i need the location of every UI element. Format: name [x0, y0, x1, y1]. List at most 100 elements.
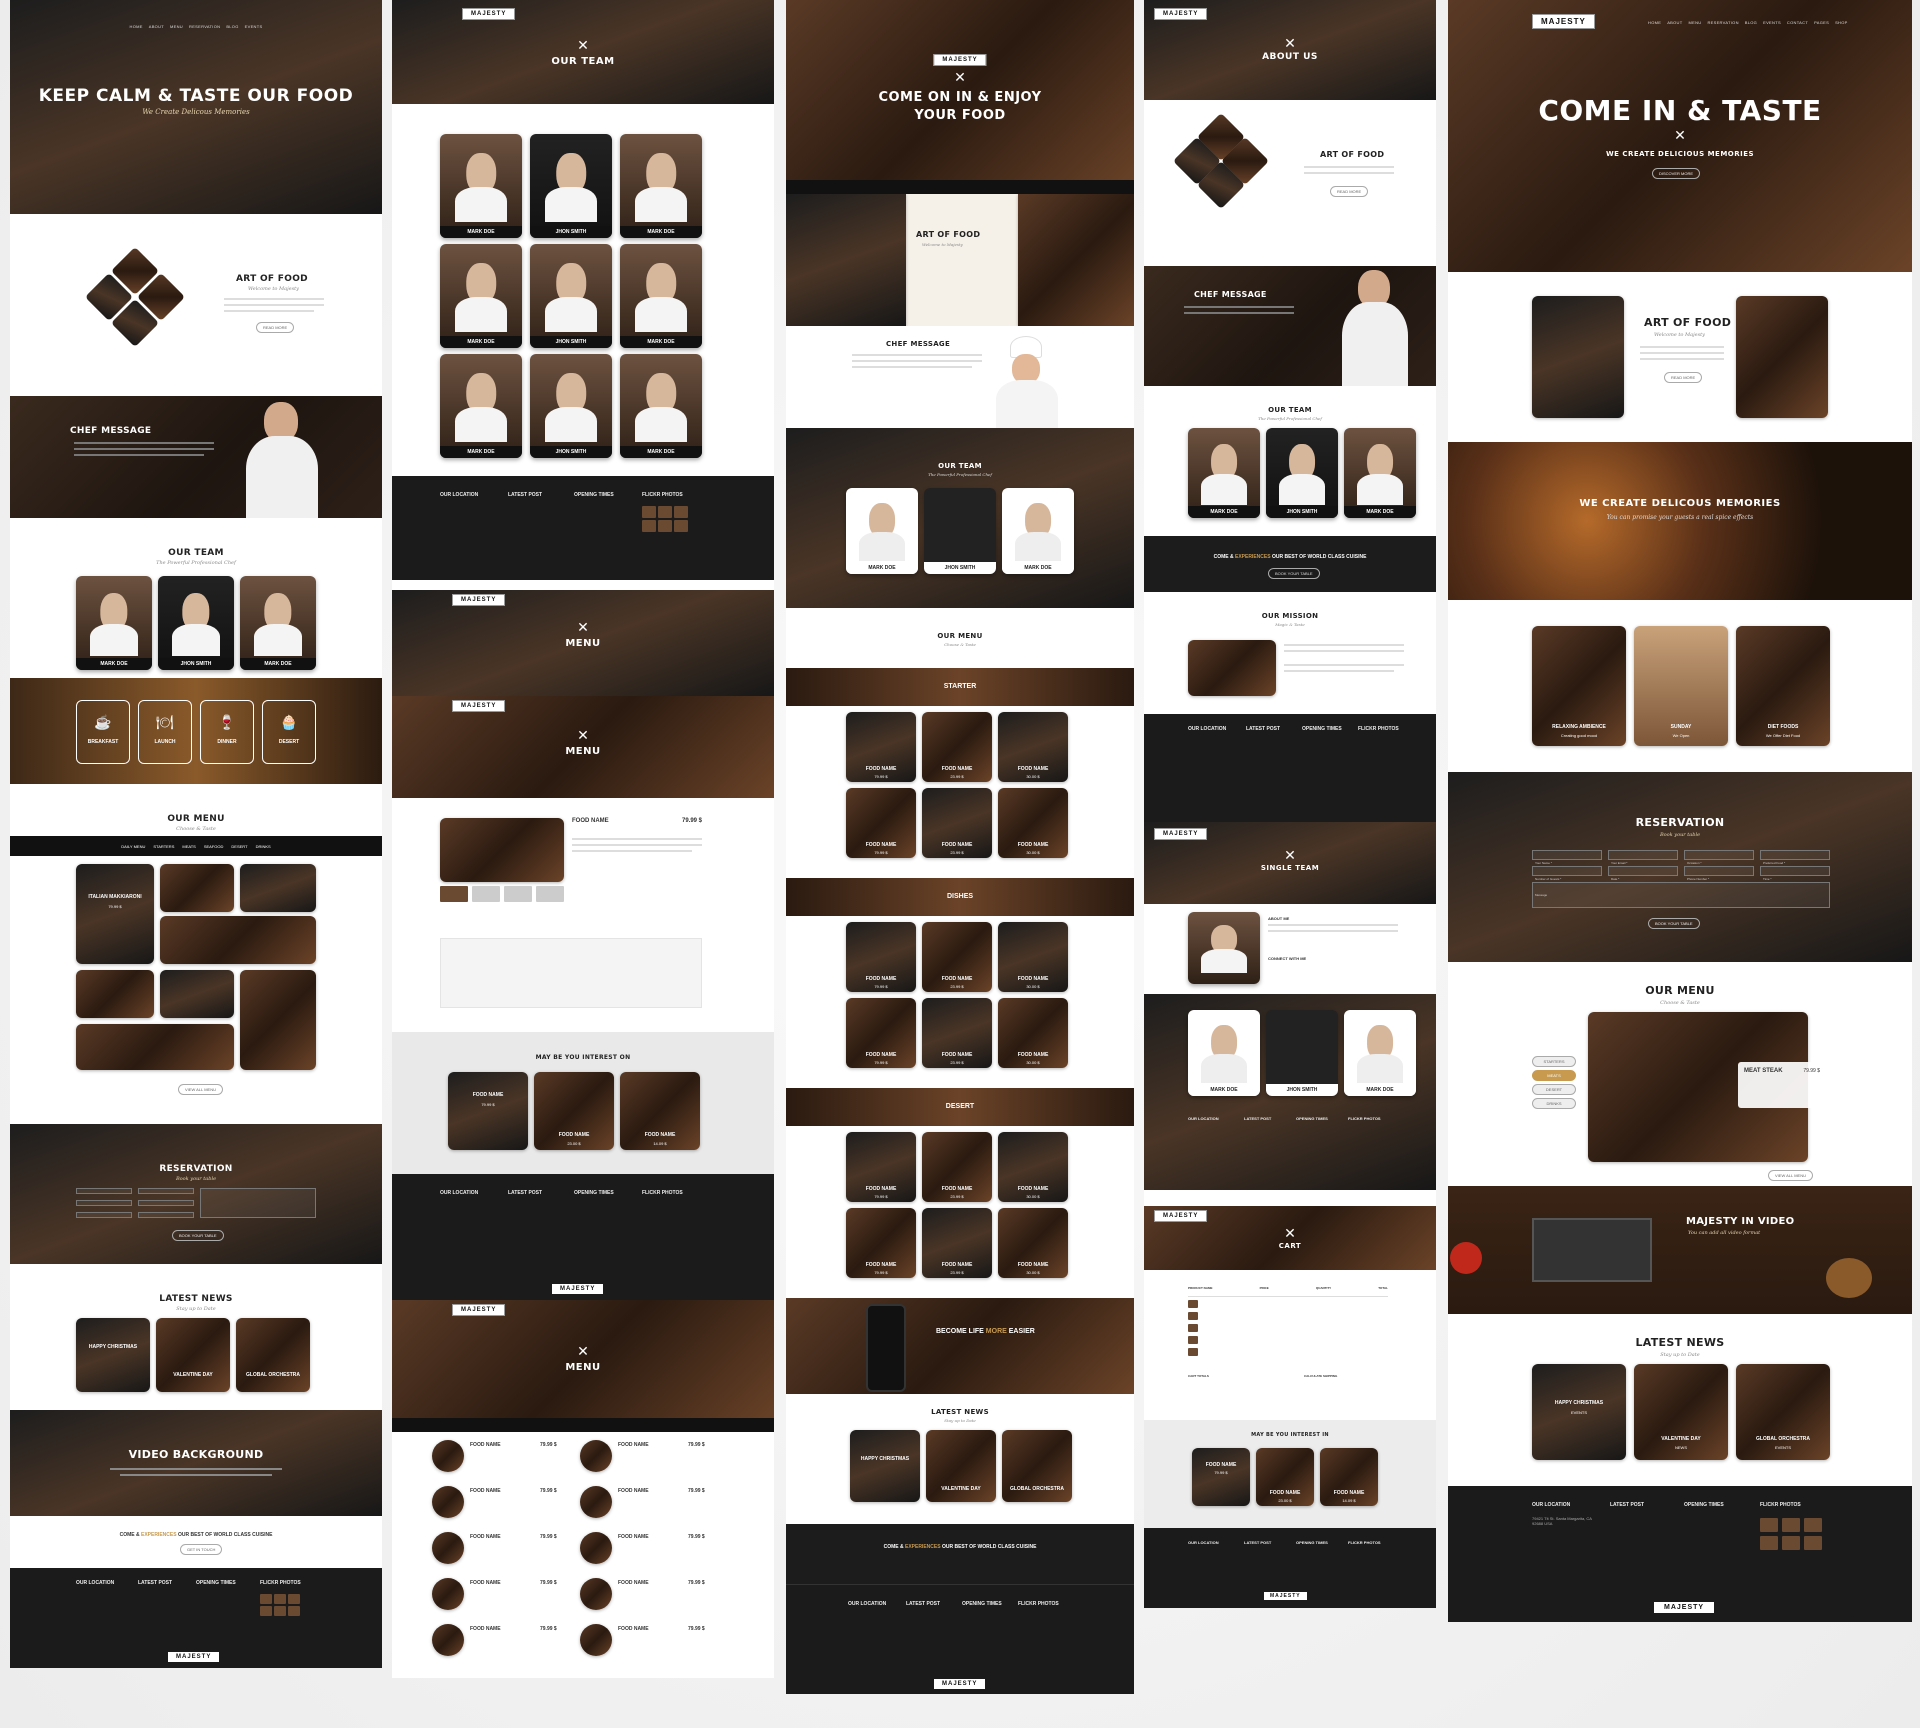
flickr-thumb[interactable] [642, 506, 656, 518]
nav-item[interactable]: BLOG [1745, 20, 1757, 25]
logo[interactable]: MAJESTY [452, 594, 506, 606]
nav-item[interactable]: PAGES [1814, 20, 1829, 25]
read-more-button[interactable]: READ MORE [256, 322, 295, 333]
food-card[interactable]: FOOD NAME 14.09 $ [1320, 1448, 1378, 1506]
tab[interactable]: DRINKS [256, 844, 271, 849]
book-table-button[interactable]: BOOK YOUR TABLE [1268, 568, 1320, 579]
logo[interactable]: MAJESTY [452, 700, 506, 712]
guests-field[interactable] [76, 1200, 132, 1206]
nav-item[interactable]: HOME [1648, 20, 1661, 25]
menu-tab[interactable]: DRINKS [1532, 1098, 1576, 1109]
nav-item[interactable]: MENU [170, 24, 183, 29]
flickr-thumb[interactable] [274, 1606, 286, 1616]
news-card[interactable]: VALENTINE DAY [926, 1430, 996, 1502]
news-card[interactable]: GLOBAL ORCHESTRA EVENTS [1736, 1364, 1830, 1460]
menu-tile[interactable] [76, 970, 154, 1018]
time-field[interactable] [138, 1212, 194, 1218]
menu-tile[interactable]: ITALIAN MAKKIARONI 79.99 $ [76, 864, 154, 964]
menu-item-thumb[interactable] [580, 1486, 612, 1518]
discover-button[interactable]: DISCOVER MORE [1652, 168, 1701, 179]
logo[interactable]: MAJESTY [1154, 8, 1208, 20]
team-card[interactable]: JHON SMITH [530, 134, 612, 238]
team-card[interactable]: MARK DOE [620, 244, 702, 348]
food-card[interactable]: FOOD NAME 79.99 $ [1192, 1448, 1250, 1506]
meal-launch[interactable]: 🍽 LAUNCH [138, 700, 192, 764]
view-all-menu-button[interactable]: VIEW ALL MENU [1768, 1170, 1813, 1181]
read-more-button[interactable]: READ MORE [1664, 372, 1703, 383]
meal-breakfast[interactable]: ☕ BREAKFAST [76, 700, 130, 764]
email-field[interactable] [138, 1188, 194, 1194]
food-tile[interactable]: FOOD NAME 30.00 $ [998, 788, 1068, 858]
nav-item[interactable]: MENU [1688, 20, 1701, 25]
flickr-thumb[interactable] [1782, 1536, 1800, 1550]
nav-item[interactable]: ABOUT [149, 24, 164, 29]
food-card[interactable]: FOOD NAME 23.00 $ [1256, 1448, 1314, 1506]
news-card[interactable]: GLOBAL ORCHESTRA [236, 1318, 310, 1392]
menu-item-thumb[interactable] [580, 1578, 612, 1610]
food-tile[interactable]: FOOD NAME 23.99 $ [922, 1208, 992, 1278]
date-field[interactable] [138, 1200, 194, 1206]
nav-item[interactable]: ABOUT [1667, 20, 1682, 25]
phone-field[interactable]: Phone Number * [1684, 866, 1754, 881]
food-tile[interactable]: FOOD NAME 23.99 $ [922, 788, 992, 858]
news-card[interactable]: GLOBAL ORCHESTRA [1002, 1430, 1072, 1502]
menu-item-thumb[interactable] [432, 1624, 464, 1656]
date-field[interactable]: Date * [1608, 866, 1678, 881]
team-card[interactable]: JHON SMITH [530, 244, 612, 348]
news-card[interactable]: VALENTINE DAY [156, 1318, 230, 1392]
news-card[interactable]: HAPPY CHRISTMAS [76, 1318, 150, 1392]
feature-card[interactable]: SUNDAY We Open [1634, 626, 1728, 746]
book-table-button[interactable]: BOOK YOUR TABLE [172, 1230, 224, 1241]
food-tile[interactable]: FOOD NAME 79.99 $ [846, 1208, 916, 1278]
food-tile[interactable]: FOOD NAME 30.00 $ [998, 712, 1068, 782]
team-card[interactable]: MARK DOE [1344, 1010, 1416, 1096]
name-field[interactable]: Your Name * [1532, 850, 1602, 865]
meal-desert[interactable]: 🧁 DESERT [262, 700, 316, 764]
flickr-thumb[interactable] [1804, 1536, 1822, 1550]
logo[interactable]: MAJESTY [1154, 828, 1208, 840]
food-tile[interactable]: FOOD NAME 30.00 $ [998, 1208, 1068, 1278]
food-tile[interactable]: FOOD NAME 79.99 $ [846, 1132, 916, 1202]
news-card[interactable]: VALENTINE DAY NEWS [1634, 1364, 1728, 1460]
time-field[interactable]: Time * [1760, 866, 1830, 881]
flickr-thumb[interactable] [288, 1606, 300, 1616]
flickr-thumb[interactable] [1804, 1518, 1822, 1532]
read-more-button[interactable]: READ MORE [1330, 186, 1369, 197]
food-tile[interactable]: FOOD NAME 30.00 $ [998, 922, 1068, 992]
nav-item[interactable]: CONTACT [1787, 20, 1808, 25]
tab[interactable]: MEATS [182, 844, 195, 849]
team-card[interactable]: MARK DOE [1002, 488, 1074, 574]
team-card[interactable]: MARK DOE [1344, 428, 1416, 518]
news-card[interactable]: HAPPY CHRISTMAS [850, 1430, 920, 1502]
guests-field[interactable]: Number of Guests * [1532, 866, 1602, 881]
tab[interactable]: SEAFOOD [204, 844, 224, 849]
food-card[interactable]: FOOD NAME 23.00 $ [534, 1072, 614, 1150]
team-card[interactable]: MARK DOE [240, 576, 316, 670]
menu-tile[interactable] [240, 970, 316, 1070]
logo[interactable]: MAJESTY [933, 54, 987, 66]
menu-tile[interactable] [76, 1024, 234, 1070]
food-card[interactable]: FOOD NAME 14.09 $ [620, 1072, 700, 1150]
team-card[interactable]: MARK DOE [440, 354, 522, 458]
nav-item[interactable]: RESERVATION [1707, 20, 1738, 25]
food-tile[interactable]: FOOD NAME 79.99 $ [846, 788, 916, 858]
email-field[interactable]: Your Email * [1608, 850, 1678, 865]
phone-field[interactable] [76, 1212, 132, 1218]
logo[interactable]: MAJESTY [462, 8, 516, 20]
menu-tab[interactable]: DESERT [1532, 1084, 1576, 1095]
food-thumb[interactable] [504, 886, 532, 902]
flickr-thumb[interactable] [642, 520, 656, 532]
flickr-thumb[interactable] [260, 1606, 272, 1616]
message-field[interactable] [200, 1188, 316, 1218]
team-card[interactable]: MARK DOE [1188, 1010, 1260, 1096]
flickr-thumb[interactable] [674, 520, 688, 532]
menu-item-thumb[interactable] [580, 1532, 612, 1564]
news-card[interactable]: HAPPY CHRISTMAS EVENTS [1532, 1364, 1626, 1460]
meal-dinner[interactable]: 🍷 DINNER [200, 700, 254, 764]
menu-tab[interactable]: STARTERS [1532, 1056, 1576, 1067]
food-tile[interactable]: FOOD NAME 23.99 $ [922, 712, 992, 782]
flickr-thumb[interactable] [674, 506, 688, 518]
team-card[interactable]: MARK DOE [620, 354, 702, 458]
food-tile[interactable]: FOOD NAME 79.99 $ [846, 712, 916, 782]
flickr-thumb[interactable] [1760, 1518, 1778, 1532]
